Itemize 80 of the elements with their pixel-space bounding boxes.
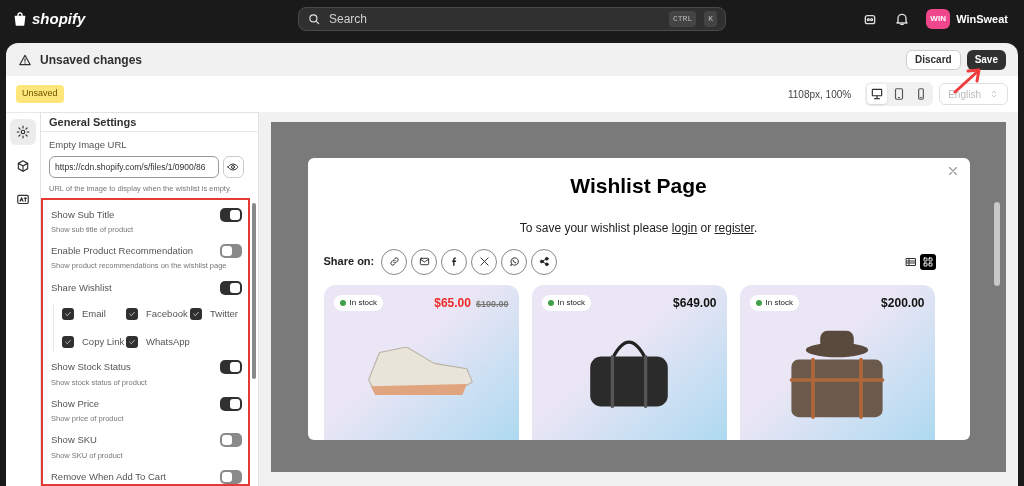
check-icon xyxy=(192,309,200,318)
check-icon xyxy=(64,309,72,318)
scrollbar-thumb[interactable] xyxy=(994,202,1000,286)
toggle-switch[interactable] xyxy=(220,396,242,411)
search-bar[interactable]: Search CTRL K xyxy=(298,7,726,31)
stock-badge: In stock xyxy=(333,294,384,311)
share-icon xyxy=(538,256,550,267)
text-link[interactable]: login xyxy=(671,220,698,235)
setting-label: Share Wishlist xyxy=(51,280,112,295)
product-price: $200.00 xyxy=(881,294,925,312)
chevron-icon xyxy=(989,89,999,99)
checkbox[interactable] xyxy=(126,336,138,349)
modal-title: Wishlist Page xyxy=(570,173,707,199)
eye-icon xyxy=(227,161,240,174)
setting-label: Show Price xyxy=(51,396,100,411)
setting-label: Show Sub Title xyxy=(51,207,115,222)
preview-button[interactable] xyxy=(222,156,244,179)
whatsapp-icon xyxy=(508,256,520,267)
checkbox-option[interactable]: Facebook xyxy=(126,306,190,321)
cube-icon xyxy=(16,159,30,173)
url-field[interactable]: https://cdn.shopify.com/s/files/1/0900/86 xyxy=(49,156,219,179)
field-label: Empty Image URL xyxy=(49,138,128,152)
original-price: $100.00 xyxy=(475,297,509,311)
check-icon xyxy=(128,309,136,318)
checkbox-option[interactable]: Email xyxy=(62,306,126,321)
product-price: $649.00 xyxy=(673,294,717,312)
unsaved-title: Unsaved changes xyxy=(40,51,143,69)
text-link[interactable]: register xyxy=(714,220,754,235)
envelope-icon xyxy=(418,256,430,267)
view-toggle[interactable] xyxy=(919,253,936,270)
search-icon xyxy=(307,12,321,26)
shortcut-key: CTRL xyxy=(669,11,697,27)
checkbox[interactable] xyxy=(126,307,138,320)
toggle-switch[interactable] xyxy=(220,207,242,222)
toggle-switch[interactable] xyxy=(220,244,242,259)
checkbox-option[interactable]: WhatsApp xyxy=(126,335,190,350)
shopping-bag-icon xyxy=(12,11,28,27)
translate-icon xyxy=(16,193,30,207)
shopify-logo[interactable]: shopify xyxy=(12,7,292,31)
status-badge: Unsaved xyxy=(16,85,64,103)
store-name[interactable]: WinSweat xyxy=(956,10,1008,28)
list-view-icon xyxy=(904,255,917,268)
checkbox[interactable] xyxy=(62,307,74,320)
x-logo-icon xyxy=(478,256,490,267)
search-input[interactable]: Search xyxy=(329,10,661,28)
warning-icon xyxy=(18,52,32,67)
checkbox[interactable] xyxy=(62,336,74,349)
device-button[interactable] xyxy=(867,84,888,104)
check-icon xyxy=(128,338,136,347)
toggle-switch[interactable] xyxy=(220,280,242,295)
store-avatar: WIN xyxy=(926,9,951,29)
product-card[interactable]: In stock $649.00 xyxy=(531,284,727,440)
panel-title: General Settings xyxy=(41,113,258,132)
setting-label: Show Stock Status xyxy=(51,360,131,375)
toggle-switch[interactable] xyxy=(220,433,242,448)
checkbox-option[interactable]: Twitter xyxy=(190,306,242,321)
checkbox[interactable] xyxy=(190,307,202,320)
discard-button[interactable]: Discard xyxy=(905,49,961,70)
setting-label: Show SKU xyxy=(51,433,97,448)
setting-label: Remove When Add To Cart xyxy=(51,469,166,484)
product-card[interactable]: In stock $200.00 xyxy=(739,284,935,440)
product-card[interactable]: In stock $65.00 $100.00 xyxy=(323,284,519,440)
check-icon xyxy=(64,338,72,347)
checkbox-option[interactable]: Copy Link xyxy=(62,335,126,350)
shortcut-key: K xyxy=(704,11,717,27)
setting-label: Enable Product Recommendation xyxy=(51,244,194,258)
share-label: Share on: xyxy=(323,254,375,270)
product-price: $65.00 xyxy=(434,294,471,312)
login-message: To save your wishlist please login or register. xyxy=(519,219,758,237)
scrollbar-thumb[interactable] xyxy=(252,203,256,379)
viewport-size: 1108px, 100% xyxy=(788,87,852,102)
toggle-switch[interactable] xyxy=(220,360,242,375)
save-button[interactable]: Save xyxy=(966,49,1006,70)
grid-view-icon xyxy=(921,255,934,268)
stock-badge: In stock xyxy=(541,294,592,311)
sidebar-tab[interactable] xyxy=(10,119,36,145)
stock-badge: In stock xyxy=(749,294,800,311)
toggle-switch[interactable] xyxy=(220,469,242,484)
desktop-icon xyxy=(870,87,885,101)
link-icon xyxy=(388,256,400,267)
